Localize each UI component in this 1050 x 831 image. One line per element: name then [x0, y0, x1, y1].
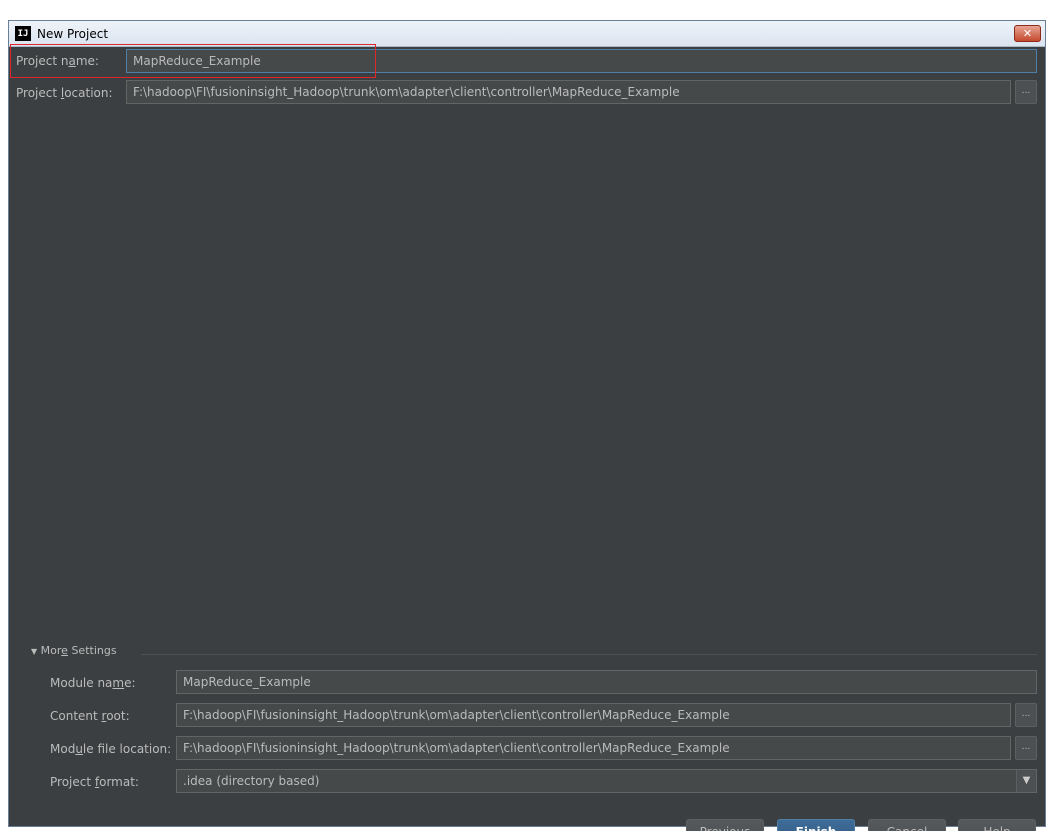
project-format-value: .idea (directory based)	[183, 774, 320, 788]
project-location-label: Project location:	[16, 86, 113, 100]
cancel-button[interactable]: Cancel	[868, 819, 946, 831]
module-name-label: Module name:	[50, 676, 136, 690]
close-button[interactable]: ✕	[1014, 25, 1041, 42]
expand-triangle-icon: ▼	[31, 647, 38, 656]
previous-button[interactable]: Previous	[686, 819, 764, 831]
more-settings-toggle[interactable]: ▼ More Settings	[31, 644, 117, 657]
finish-button[interactable]: Finish	[777, 819, 855, 831]
content-root-label: Content root:	[50, 709, 130, 723]
content-root-browse-button[interactable]: ...	[1015, 703, 1037, 727]
dropdown-arrow-icon[interactable]: ▼	[1016, 770, 1036, 792]
window-title: New Project	[37, 27, 109, 41]
module-file-location-browse-button[interactable]: ...	[1015, 736, 1037, 760]
module-name-input[interactable]: MapReduce_Example	[176, 670, 1037, 694]
project-format-select[interactable]: .idea (directory based) ▼	[176, 769, 1037, 793]
project-location-input[interactable]: F:\hadoop\FI\fusioninsight_Hadoop\trunk\…	[126, 80, 1011, 104]
content-root-input[interactable]: F:\hadoop\FI\fusioninsight_Hadoop\trunk\…	[176, 703, 1011, 727]
new-project-dialog: IJ New Project ✕ Project name: MapReduce…	[8, 20, 1046, 831]
project-location-browse-button[interactable]: ...	[1015, 80, 1037, 104]
annotation-highlight-box	[10, 44, 376, 78]
help-button[interactable]: Help	[958, 819, 1036, 831]
intellij-logo-icon: IJ	[15, 26, 31, 41]
dialog-content: Project name: MapReduce_Example Project …	[9, 44, 1045, 831]
more-settings-separator	[141, 654, 1037, 655]
module-file-location-input[interactable]: F:\hadoop\FI\fusioninsight_Hadoop\trunk\…	[176, 736, 1011, 760]
module-file-location-label: Module file location:	[50, 742, 172, 756]
project-format-label: Project format:	[50, 775, 139, 789]
